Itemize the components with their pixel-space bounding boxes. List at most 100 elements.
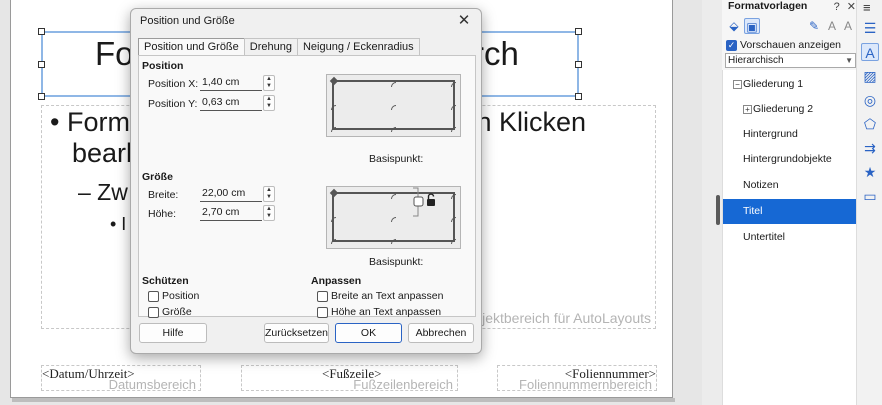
fit-heading: Anpassen: [311, 275, 362, 287]
shapes-deck-icon[interactable]: ⬠: [861, 115, 879, 133]
basepoint[interactable]: [391, 194, 396, 199]
animation-deck-icon[interactable]: ★: [861, 163, 879, 181]
style-item-notizen[interactable]: Notizen: [723, 173, 857, 198]
date-area[interactable]: <Datum/Uhrzeit> Datumsbereich: [41, 365, 201, 392]
chevron-down-icon[interactable]: ▼: [264, 213, 274, 220]
chevron-down-icon[interactable]: ▼: [264, 83, 274, 90]
chevron-up-icon[interactable]: ▲: [264, 187, 274, 194]
basepoint[interactable]: [451, 194, 456, 199]
date-area-label: Datumsbereich: [108, 377, 196, 392]
navigator-deck-icon[interactable]: ◎: [861, 91, 879, 109]
tab-rotation[interactable]: Drehung: [243, 38, 298, 55]
resize-handle[interactable]: [575, 93, 582, 100]
style-item-untertitel[interactable]: Untertitel: [723, 225, 857, 250]
height-spinner[interactable]: 2,70 cm ▲ ▼: [200, 205, 275, 221]
fill-format-mode-icon[interactable]: ✎: [806, 18, 822, 34]
splitter-grip[interactable]: [716, 195, 720, 225]
resize-handle[interactable]: [38, 93, 45, 100]
style-item-gliederung-2[interactable]: + Gliederung 2: [723, 97, 857, 122]
resize-handle[interactable]: [38, 28, 45, 35]
close-icon[interactable]: ✕: [847, 1, 856, 13]
basepoint[interactable]: [331, 127, 336, 132]
basepoint[interactable]: [331, 105, 336, 110]
position-y-input[interactable]: 0,63 cm: [200, 95, 262, 111]
help-icon[interactable]: ?: [834, 1, 840, 13]
basepoint[interactable]: [391, 239, 396, 244]
basepoint[interactable]: [451, 105, 456, 110]
style-item-gliederung-1[interactable]: − Gliederung 1: [723, 72, 857, 97]
height-input[interactable]: 2,70 cm: [200, 205, 262, 221]
fit-height-checkbox[interactable]: Höhe an Text anpassen: [317, 306, 441, 318]
basepoint[interactable]: [391, 105, 396, 110]
footer-area[interactable]: <Fußzeile> Fußzeilenbereich: [241, 365, 458, 392]
resize-handle[interactable]: [38, 61, 45, 68]
fit-width-checkbox[interactable]: Breite an Text anpassen: [317, 290, 443, 302]
protect-size-checkbox[interactable]: Größe: [148, 306, 192, 318]
protect-heading: Schützen: [142, 275, 189, 287]
tab-slant-corner-radius[interactable]: Neigung / Eckenradius: [296, 38, 420, 55]
properties-deck-icon[interactable]: ☰: [861, 19, 879, 37]
chevron-up-icon[interactable]: ▲: [264, 96, 274, 103]
chevron-down-icon[interactable]: ▼: [845, 54, 853, 67]
style-item-titel[interactable]: Titel: [723, 199, 857, 224]
position-x-spinner[interactable]: 1,40 cm ▲ ▼: [200, 75, 275, 91]
show-previews-checkbox[interactable]: ✓ Vorschauen anzeigen: [726, 39, 841, 51]
position-basepoint-grid[interactable]: [326, 74, 461, 137]
new-style-icon[interactable]: A: [824, 18, 840, 34]
style-item-hintergrundobjekte[interactable]: Hintergrundobjekte: [723, 147, 857, 172]
sidebar-menu-icon[interactable]: ≡: [863, 0, 871, 15]
help-button[interactable]: Hilfe: [139, 323, 207, 343]
chevron-down-icon[interactable]: ▼: [264, 103, 274, 110]
protect-position-checkbox[interactable]: Position: [148, 290, 199, 302]
number-area[interactable]: <Foliennummer> Foliennummernbereich: [497, 365, 657, 392]
chevron-up-icon[interactable]: ▲: [264, 76, 274, 83]
tab-pane: Position Position X: 1,40 cm ▲ ▼ Position…: [138, 55, 476, 318]
chevron-up-icon[interactable]: ▲: [264, 206, 274, 213]
basepoint[interactable]: [451, 217, 456, 222]
basepoint[interactable]: [331, 239, 336, 244]
position-basepoint-label: Basispunkt:: [369, 153, 424, 165]
width-input[interactable]: 22,00 cm: [200, 186, 262, 202]
basepoint[interactable]: [451, 239, 456, 244]
basepoint[interactable]: [391, 82, 396, 87]
basepoint[interactable]: [391, 127, 396, 132]
checkbox-box[interactable]: [148, 306, 159, 318]
width-stepper[interactable]: ▲ ▼: [263, 186, 275, 202]
basepoint[interactable]: [451, 127, 456, 132]
styles-deck-icon[interactable]: A: [861, 43, 879, 61]
position-y-stepper[interactable]: ▲ ▼: [263, 95, 275, 111]
basepoint[interactable]: [331, 217, 336, 222]
ok-button[interactable]: OK: [335, 323, 402, 343]
cancel-button[interactable]: Abbrechen: [408, 323, 474, 343]
chevron-down-icon[interactable]: ▼: [264, 194, 274, 201]
checkbox-checked-icon[interactable]: ✓: [726, 39, 737, 51]
drawing-styles-icon[interactable]: ⬙: [726, 18, 742, 34]
presentation-styles-icon[interactable]: ▣: [744, 18, 760, 34]
checkbox-box[interactable]: [148, 290, 159, 302]
checkbox-box[interactable]: [317, 306, 328, 318]
slide-transition-deck-icon[interactable]: ⇉: [861, 139, 879, 157]
reset-button[interactable]: Zurücksetzen: [264, 323, 329, 343]
height-stepper[interactable]: ▲ ▼: [263, 205, 275, 221]
position-y-spinner[interactable]: 0,63 cm ▲ ▼: [200, 95, 275, 111]
resize-handle[interactable]: [575, 61, 582, 68]
position-x-stepper[interactable]: ▲ ▼: [263, 75, 275, 91]
close-icon[interactable]: ✕: [453, 11, 475, 31]
master-slides-deck-icon[interactable]: ▭: [861, 187, 879, 205]
resize-handle[interactable]: [575, 28, 582, 35]
keep-ratio-toggle[interactable]: [412, 187, 444, 217]
tab-position-size[interactable]: Position und Größe: [138, 38, 245, 55]
basepoint[interactable]: [391, 217, 396, 222]
position-x-input[interactable]: 1,40 cm: [200, 75, 262, 91]
update-style-icon[interactable]: A: [840, 18, 856, 34]
style-filter-select[interactable]: Hierarchisch ▼: [725, 53, 856, 68]
title-text-left: Fo: [95, 35, 134, 72]
checkbox-box[interactable]: [317, 290, 328, 302]
style-item-hintergrund[interactable]: Hintergrund: [723, 122, 857, 147]
collapse-icon[interactable]: −: [733, 80, 742, 89]
basepoint[interactable]: [451, 82, 456, 87]
expand-icon[interactable]: +: [743, 105, 752, 114]
gallery-deck-icon[interactable]: ▨: [861, 67, 879, 85]
width-spinner[interactable]: 22,00 cm ▲ ▼: [200, 186, 275, 202]
style-item-label: Gliederung 2: [753, 103, 814, 115]
